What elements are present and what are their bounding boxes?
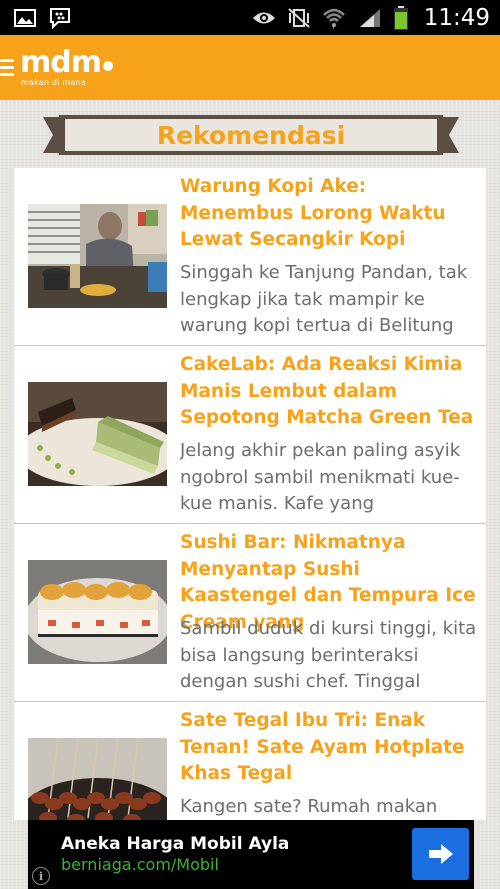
arrow-right-icon (428, 844, 453, 864)
status-bar-right: ? 11:49 (252, 5, 490, 31)
clock-time: 11:49 (423, 4, 490, 31)
section-header-ribbon: Rekomendasi (43, 115, 459, 155)
ad-title[interactable]: Aneka Harga Mobil Ayla (61, 834, 289, 854)
article-title[interactable]: CakeLab: Ada Reaksi Kimia Manis Lembut d… (180, 352, 480, 432)
article-title[interactable]: Sate Tegal Ibu Tri: Enak Tenan! Sate Aya… (180, 708, 480, 788)
app-logo[interactable]: mdm makan di mana (20, 48, 113, 87)
wifi-icon: ? (322, 7, 346, 29)
status-bar: ? 11:49 (0, 0, 500, 35)
coffee-shop-photo (28, 204, 167, 308)
eye-icon (252, 10, 276, 26)
list-item[interactable]: Warung Kopi Ake: Menembus Lorong Waktu L… (14, 168, 486, 346)
article-description: Kangen sate? Rumah makan (180, 796, 438, 817)
app-header: mdm makan di mana (0, 35, 500, 100)
sushi-roll-photo (28, 560, 167, 664)
list-item[interactable]: CakeLab: Ada Reaksi Kimia Manis Lembut d… (14, 346, 486, 524)
status-bar-left (14, 7, 72, 29)
article-title[interactable]: Warung Kopi Ake: Menembus Lorong Waktu L… (180, 174, 480, 254)
satay-photo (28, 738, 167, 820)
article-description: Sambil duduk di kursi tinggi, kita bisa … (180, 618, 477, 692)
article-description: Singgah ke Tanjung Pandan, tak lengkap j… (180, 262, 468, 336)
vibrate-mute-icon (288, 7, 310, 28)
list-item[interactable]: Sushi Bar: Nikmatnya Menyantap Sushi Kaa… (14, 524, 486, 702)
logo-dot (103, 61, 113, 71)
logo-text: mdm (20, 45, 102, 80)
list-item[interactable]: Sate Tegal Ibu Tri: Enak Tenan! Sate Aya… (14, 702, 486, 820)
matcha-cake-photo (28, 382, 167, 486)
ad-arrow-button[interactable] (412, 828, 469, 880)
article-description: Jelang akhir pekan paling asyik ngobrol … (180, 440, 461, 514)
battery-icon (393, 5, 408, 30)
ad-info-icon[interactable]: i (32, 867, 50, 885)
ad-url[interactable]: berniaga.com/Mobil (61, 855, 219, 874)
image-icon (14, 8, 36, 27)
ad-banner[interactable]: Aneka Harga Mobil Ayla berniaga.com/Mobi… (28, 820, 474, 889)
bbm-icon (48, 7, 72, 29)
section-title: Rekomendasi (156, 120, 346, 150)
logo-subtitle: makan di mana (21, 78, 86, 87)
recommendation-list: Warung Kopi Ake: Menembus Lorong Waktu L… (14, 168, 486, 820)
hamburger-menu-icon[interactable] (0, 53, 22, 83)
svg-text:?: ? (332, 24, 335, 29)
signal-icon (358, 7, 382, 29)
